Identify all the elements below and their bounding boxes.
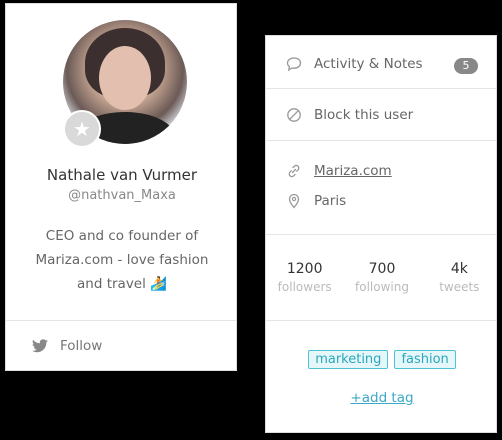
tag-marketing[interactable]: marketing (308, 350, 389, 369)
location-item: Paris (286, 193, 346, 209)
website-item: Mariza.com (286, 163, 392, 179)
block-icon (286, 107, 302, 123)
location-label: Paris (314, 193, 347, 209)
bio-line: CEO and co founder of (45, 228, 199, 244)
follow-label: Follow (60, 338, 103, 354)
profile-card: ★ Nathale van Vurmer @nathvan_Maxa CEO a… (5, 3, 237, 371)
block-user-item[interactable]: Block this user (286, 107, 413, 123)
tag-list: marketing fashion (266, 350, 498, 369)
follow-button[interactable]: Follow (32, 338, 102, 354)
avatar-wrapper: ★ (63, 20, 187, 148)
stat-followers[interactable]: 1200 followers (266, 261, 343, 294)
info-card: Activity & Notes 5 Block this user Mariz… (265, 35, 497, 433)
stat-label: following (355, 280, 409, 294)
divider (266, 140, 496, 141)
profile-name: Nathale van Vurmer (46, 166, 198, 184)
stat-following[interactable]: 700 following (343, 261, 420, 294)
block-user-label: Block this user (314, 107, 414, 123)
stat-label: followers (277, 280, 332, 294)
divider (266, 320, 496, 321)
star-icon[interactable]: ★ (63, 110, 101, 148)
stats-row: 1200 followers 700 following 4k tweets (266, 261, 498, 294)
stat-number: 4k (450, 261, 468, 277)
bio-line: and travel 🏄 (77, 276, 167, 292)
activity-notes-label: Activity & Notes (314, 56, 423, 72)
surfer-emoji: 🏄 (150, 276, 167, 292)
stat-tweets[interactable]: 4k tweets (421, 261, 498, 294)
divider (6, 320, 236, 321)
activity-notes-item[interactable]: Activity & Notes (286, 56, 423, 72)
stat-number: 700 (368, 261, 396, 277)
website-link[interactable]: Mariza.com (314, 163, 392, 179)
divider (266, 234, 496, 235)
link-icon (286, 163, 302, 179)
stat-number: 1200 (286, 261, 323, 277)
speech-bubble-icon (286, 56, 302, 72)
stat-label: tweets (439, 280, 480, 294)
divider (266, 88, 496, 89)
profile-handle: @nathvan_Maxa (68, 188, 176, 203)
twitter-bird-icon (32, 339, 48, 353)
bio-line: Mariza.com - love fashion (35, 252, 209, 268)
tag-fashion[interactable]: fashion (394, 350, 456, 369)
map-pin-icon (286, 193, 302, 209)
activity-count-badge: 5 (454, 58, 478, 74)
profile-bio: CEO and co founder of Mariza.com - love … (28, 224, 216, 296)
add-tag-link[interactable]: +add tag (266, 390, 498, 406)
